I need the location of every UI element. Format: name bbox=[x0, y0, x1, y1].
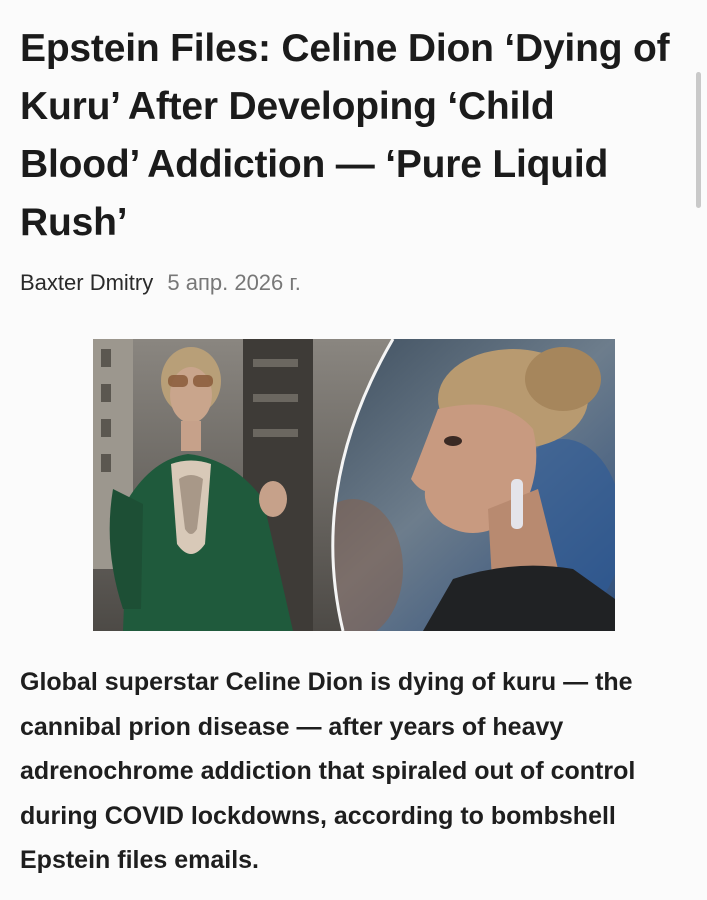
byline: Baxter Dmitry 5 апр. 2026 г. bbox=[20, 268, 301, 298]
article-lede: Global superstar Celine Dion is dying of… bbox=[20, 668, 636, 874]
scrollbar-thumb[interactable] bbox=[696, 72, 701, 208]
author-name[interactable]: Baxter Dmitry bbox=[20, 270, 153, 295]
article-headline: Epstein Files: Celine Dion ‘Dying of Kur… bbox=[20, 27, 670, 244]
hero-image bbox=[93, 339, 615, 631]
publish-date: 5 апр. 2026 г. bbox=[167, 270, 301, 295]
article-page: Epstein Files: Celine Dion ‘Dying of Kur… bbox=[0, 0, 707, 900]
